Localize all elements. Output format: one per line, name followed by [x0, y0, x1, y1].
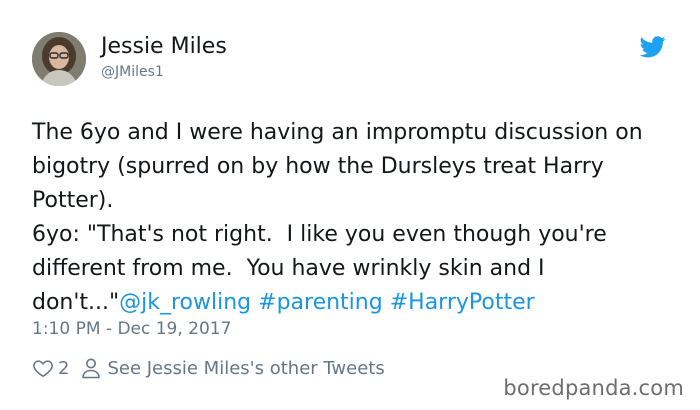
- other-tweets-link[interactable]: See Jessie Miles's other Tweets: [107, 358, 384, 379]
- like-count: 2: [58, 357, 70, 379]
- tweet-card: Jessie Miles @JMiles1 The 6yo and I were…: [0, 0, 700, 410]
- watermark: boredpanda.com: [503, 376, 684, 400]
- avatar-photo: [32, 32, 86, 86]
- mention-link[interactable]: @jk_rowling: [119, 290, 251, 315]
- tweet-text: The 6yo and I were having an impromptu d…: [32, 116, 677, 320]
- author-handle[interactable]: @JMiles1: [101, 63, 164, 81]
- tweet-body: The 6yo and I were having an impromptu d…: [32, 120, 643, 315]
- heart-icon[interactable]: [32, 357, 54, 379]
- hashtag-harrypotter[interactable]: #HarryPotter: [390, 290, 535, 315]
- twitter-bird-icon[interactable]: [639, 36, 666, 58]
- tweet-timestamp[interactable]: 1:10 PM - Dec 19, 2017: [32, 318, 231, 340]
- tweet-actions: 2 See Jessie Miles's other Tweets: [32, 355, 385, 381]
- avatar[interactable]: [32, 32, 86, 86]
- person-icon: [81, 357, 101, 379]
- author-name[interactable]: Jessie Miles: [101, 33, 227, 61]
- hashtag-parenting[interactable]: #parenting: [258, 290, 383, 315]
